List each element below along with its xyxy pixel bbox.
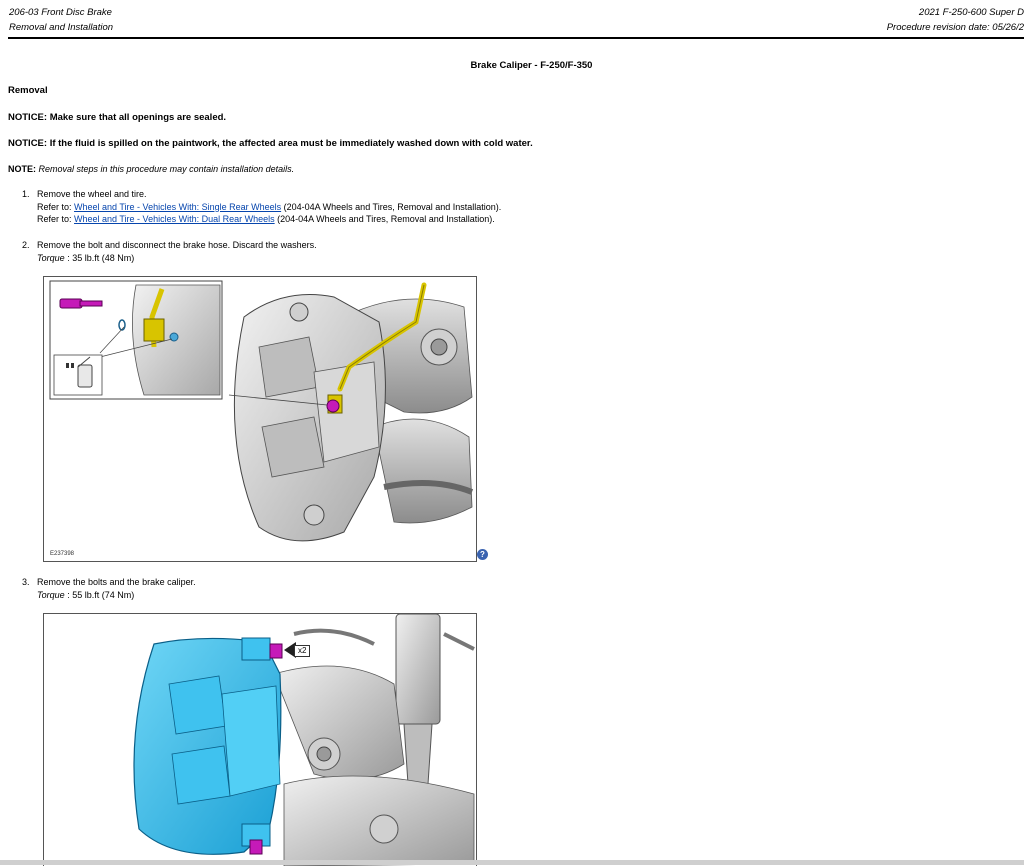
reference-suffix: (204-04A Wheels and Tires, Removal and I… — [277, 214, 495, 224]
step-number: 2. — [22, 240, 30, 250]
notice-paintwork: NOTICE: If the fluid is spilled on the p… — [8, 138, 533, 149]
step-2: 2. Remove the bolt and disconnect the bra… — [22, 239, 317, 264]
bolt-quantity-callout: x2 — [294, 645, 311, 657]
reference-line: Refer to: Wheel and Tire - Vehicles With… — [22, 213, 501, 226]
header-divider — [8, 37, 1024, 39]
caliper-drawing — [133, 614, 475, 866]
notice-sealed: NOTICE: Make sure that all openings are … — [8, 112, 226, 123]
step-3: 3. Remove the bolts and the brake caliper… — [22, 576, 196, 601]
reference-prefix: Refer to: — [37, 214, 72, 224]
step-text: Remove the bolt and disconnect the brake… — [37, 240, 317, 250]
help-icon[interactable]: ? — [477, 549, 488, 560]
revision-date: Procedure revision date: 05/26/2 — [886, 22, 1024, 33]
subsection-title: Removal and Installation — [9, 22, 114, 33]
vehicle-title: 2021 F-250-600 Super D — [918, 7, 1024, 18]
viewer-bottom-bar — [0, 860, 1024, 865]
torque-label: Torque — [37, 252, 65, 263]
notice-text: If the fluid is spilled on the paintwork… — [49, 138, 533, 149]
reference-prefix: Refer to: — [37, 201, 72, 212]
removal-heading: Removal — [8, 85, 48, 96]
reference-line: Refer to: Wheel and Tire - Vehicles With… — [22, 201, 501, 214]
section-title: 206-03 Front Disc Brake — [9, 7, 112, 18]
single-rear-wheels-link[interactable]: Wheel and Tire - Vehicles With: Single R… — [74, 202, 281, 212]
notice-label: NOTICE: — [8, 138, 48, 149]
torque-value: : 35 lb.ft (48 Nm) — [67, 252, 135, 263]
step-number: 3. — [22, 577, 30, 587]
torque-spec: Torque : 55 lb.ft (74 Nm) — [22, 589, 196, 602]
step-text: Remove the bolts and the brake caliper. — [37, 577, 196, 587]
procedure-title: Brake Caliper - F-250/F-350 — [470, 60, 593, 71]
page-header: 206-03 Front Disc Brake Removal and Inst… — [0, 0, 1024, 40]
step-text: Remove the wheel and tire. — [37, 189, 147, 199]
reference-suffix: (204-04A Wheels and Tires, Removal and I… — [283, 201, 502, 212]
note-label: NOTE: — [8, 164, 36, 174]
brake-hose-illustration: E237398 — [43, 276, 477, 562]
note-text: Removal steps in this procedure may cont… — [38, 164, 295, 174]
step-number: 1. — [22, 189, 30, 199]
header-left: 206-03 Front Disc Brake Removal and Inst… — [9, 5, 113, 35]
torque-spec: Torque : 35 lb.ft (48 Nm) — [22, 252, 317, 265]
torque-label: Torque — [37, 589, 65, 600]
step-1: 1. Remove the wheel and tire. Refer to: W… — [22, 188, 501, 226]
dual-rear-wheels-link[interactable]: Wheel and Tire - Vehicles With: Dual Rea… — [74, 214, 275, 224]
brake-hose-drawing — [49, 280, 474, 542]
note: NOTE: Removal steps in this procedure ma… — [8, 164, 294, 174]
caliper-illustration: x2 — [43, 613, 477, 866]
notice-text: Make sure that all openings are sealed. — [49, 112, 227, 123]
header-right: 2021 F-250-600 Super D Procedure revisio… — [887, 5, 1024, 35]
figure-code: E237398 — [50, 551, 75, 557]
torque-value: : 55 lb.ft (74 Nm) — [67, 589, 135, 600]
notice-label: NOTICE: — [8, 112, 48, 123]
